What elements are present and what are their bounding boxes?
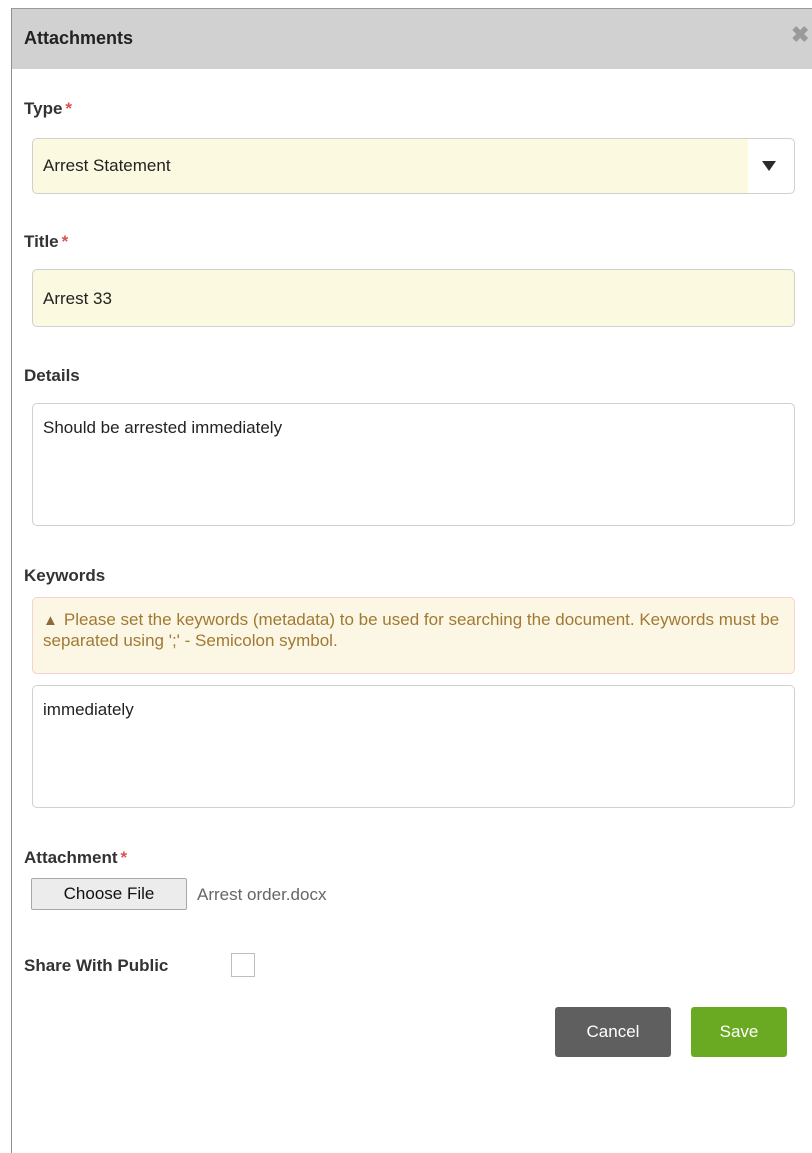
keywords-label: Keywords xyxy=(24,566,105,586)
title-label: Title * xyxy=(24,232,68,252)
keywords-alert: ▲ Please set the keywords (metadata) to b… xyxy=(32,597,795,674)
keywords-textarea-value: immediately xyxy=(43,700,134,719)
share-with-public-checkbox[interactable] xyxy=(231,953,255,977)
details-label: Details xyxy=(24,366,80,386)
share-label-text: Share With Public xyxy=(24,956,169,975)
details-textarea-value: Should be arrested immediately xyxy=(43,418,283,437)
warning-icon: ▲ xyxy=(43,612,58,629)
close-icon[interactable]: ✖ xyxy=(791,24,809,46)
attachment-label-text: Attachment xyxy=(24,848,118,867)
keywords-label-text: Keywords xyxy=(24,566,106,585)
share-label: Share With Public xyxy=(24,956,168,976)
title-input-value: Arrest 33 xyxy=(43,289,112,308)
selected-file-name: Arrest order.docx xyxy=(197,885,327,904)
type-select[interactable]: Arrest Statement xyxy=(32,138,795,194)
required-marker: * xyxy=(61,232,69,251)
details-label-text: Details xyxy=(24,366,80,385)
choose-file-button[interactable]: Choose File xyxy=(31,878,187,910)
dialog-header: Attachments ✖ xyxy=(12,9,812,69)
required-marker: * xyxy=(65,99,73,118)
type-label: Type * xyxy=(24,99,72,119)
type-select-toggle[interactable] xyxy=(748,139,794,193)
caret-down-icon xyxy=(762,161,776,171)
title-label-text: Title xyxy=(24,232,59,251)
required-marker: * xyxy=(120,848,128,867)
dialog-title: Attachments xyxy=(24,28,134,48)
attachments-dialog: Attachments ✖ Type * Arrest Statement Tit… xyxy=(11,8,812,1153)
title-input[interactable]: Arrest 33 xyxy=(32,269,795,327)
keywords-alert-text: Please set the keywords (metadata) to be… xyxy=(43,610,780,650)
save-button[interactable]: Save xyxy=(691,1007,787,1057)
keywords-textarea[interactable]: immediately xyxy=(32,685,795,808)
attachment-label: Attachment * xyxy=(24,848,127,868)
details-textarea[interactable]: Should be arrested immediately xyxy=(32,403,795,526)
type-label-text: Type xyxy=(24,99,63,118)
cancel-button[interactable]: Cancel xyxy=(555,1007,671,1057)
type-select-value: Arrest Statement xyxy=(43,156,171,175)
